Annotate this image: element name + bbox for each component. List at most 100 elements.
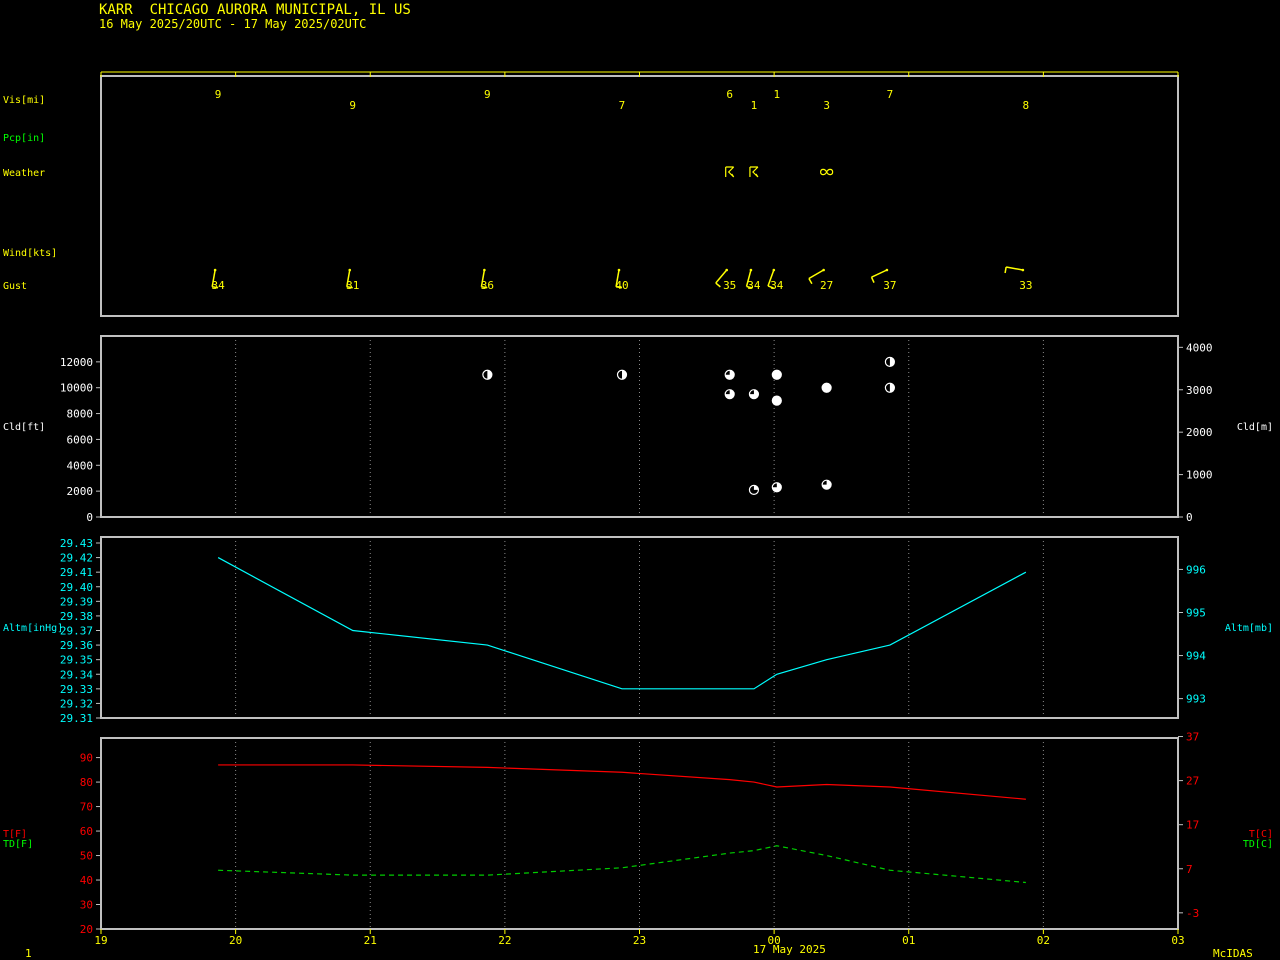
dewpoint-f-label: TD[F] (3, 839, 33, 850)
footer-left: 1 (25, 947, 32, 960)
altm-inhg-tick-label: 29.43 (60, 537, 93, 550)
dewpoint-c-label: TD[C] (1243, 839, 1273, 850)
wind-barb-base (483, 268, 486, 272)
vis-value: 1 (751, 99, 758, 112)
vis-value: 6 (726, 88, 733, 101)
wind-barb-flag (1004, 266, 1007, 274)
gust-value: 31 (346, 279, 359, 292)
wind-label: Wind[kts] (3, 248, 57, 259)
altm-inhg-tick-label: 29.35 (60, 654, 93, 667)
altm-inhg-tick-label: 29.34 (60, 668, 93, 681)
wind-barb-staff (808, 269, 825, 280)
altm-mb-tick-label: 996 (1186, 563, 1206, 576)
temp-c-tick-label: -3 (1186, 907, 1199, 920)
altm-mb-label: Altm[mb] (1225, 623, 1273, 634)
vis-value: 1 (774, 88, 781, 101)
wind-barb-base (772, 268, 776, 272)
panel-frame-cld (100, 335, 1179, 518)
vis-value: 9 (349, 99, 356, 112)
vis-value: 9 (215, 88, 222, 101)
cld-m-tick-label: 0 (1186, 511, 1193, 524)
altm-inhg-tick-label: 29.36 (60, 639, 93, 652)
cld-ft-tick-label: 0 (86, 511, 93, 524)
panel-frames (96, 71, 1183, 934)
x-tick-label: 21 (364, 934, 377, 947)
wind-barb-base (617, 268, 621, 272)
temp-f-tick-label: 70 (80, 801, 93, 814)
altm-inhg-label: Altm[inHg] (3, 623, 63, 634)
dewpoint-line (218, 845, 1026, 884)
cld-ft-label: Cld[ft] (3, 422, 45, 433)
x-tick-label: 02 (1037, 934, 1050, 947)
wind-barb-base (725, 268, 728, 272)
altm-inhg-tick-label: 29.38 (60, 610, 93, 623)
wind-barb-staff (871, 269, 888, 278)
temp-f-tick-label: 30 (80, 899, 93, 912)
altm-inhg-tick-label: 29.37 (60, 625, 93, 638)
temp-f-tick-label: 40 (80, 874, 93, 887)
haze-icon (820, 168, 834, 176)
wind-barb-flag (808, 278, 813, 285)
thunderstorm-icon (725, 166, 735, 178)
altm-inhg-tick-label: 29.31 (60, 712, 93, 725)
gust-value: 33 (1019, 279, 1032, 292)
x-tick-label: 01 (902, 934, 915, 947)
cld-m-label: Cld[m] (1237, 422, 1273, 433)
altm-inhg-tick-label: 29.41 (60, 566, 93, 579)
vis-value: 7 (887, 88, 894, 101)
wind-barb-base (213, 268, 217, 272)
cld-m-tick-label: 3000 (1186, 384, 1213, 397)
altm-mb-tick-label: 994 (1186, 650, 1206, 663)
vis-label: Vis[mi] (3, 95, 45, 106)
wind-barb-flag (870, 276, 875, 283)
vis-value: 9 (484, 88, 491, 101)
meteogram: 19 20 21 22 23 00 01 02 03Vis[mi]Pcp[in]WeatherW… (3, 71, 1273, 947)
cld-m-tick-label: 1000 (1186, 469, 1213, 482)
cld-ft-tick-label: 8000 (67, 408, 94, 421)
gust-value: 27 (820, 279, 833, 292)
temp-c-tick-label: 17 (1186, 819, 1199, 832)
wind-barb-staff (1006, 266, 1024, 271)
wind-barb-base (749, 268, 753, 272)
cld-ft-tick-label: 10000 (60, 382, 93, 395)
x-tick-label: 20 (229, 934, 242, 947)
footer-right: McIDAS (1213, 947, 1253, 960)
cloud-cover-fill (753, 485, 759, 490)
vis-value: 7 (619, 99, 626, 112)
temperature-line (218, 764, 1026, 800)
gust-label: Gust (3, 281, 27, 292)
wind-barb-flag (715, 282, 721, 288)
altm-inhg-tick-label: 29.42 (60, 552, 93, 565)
temp-c-tick-label: 7 (1186, 863, 1193, 876)
temp-c-tick-label: 27 (1186, 775, 1199, 788)
x-date-label: 17 May 2025 (753, 943, 826, 956)
wind-barb-base (1021, 268, 1025, 272)
x-tick-label: 22 (498, 934, 511, 947)
cld-m-tick-label: 2000 (1186, 426, 1213, 439)
gust-value: 40 (615, 279, 628, 292)
temp-f-tick-label: 50 (80, 850, 93, 863)
cld-m-tick-label: 4000 (1186, 341, 1213, 354)
weather-label: Weather (3, 168, 45, 179)
gust-value: 36 (481, 279, 494, 292)
gust-value: 37 (883, 279, 896, 292)
pcp-label: Pcp[in] (3, 133, 45, 144)
cloud-cover-fill (822, 383, 832, 393)
cld-ft-tick-label: 4000 (67, 459, 94, 472)
wind-barb-base (885, 268, 889, 272)
temp-f-tick-label: 80 (80, 776, 93, 789)
grid-layer (235, 336, 1044, 929)
cld-ft-tick-label: 6000 (67, 433, 94, 446)
altm-mb-tick-label: 993 (1186, 693, 1206, 706)
panel-frame-top (100, 75, 1179, 317)
temp-c-tick-label: 37 (1186, 731, 1199, 744)
x-tick-label: 03 (1171, 934, 1184, 947)
vis-value: 8 (1023, 99, 1030, 112)
vis-value: 3 (823, 99, 830, 112)
cld-ft-tick-label: 2000 (67, 485, 94, 498)
gust-value: 34 (770, 279, 784, 292)
thunderstorm-icon (749, 166, 759, 178)
marks-layer (211, 166, 1027, 884)
x-tick-label: 19 (94, 934, 107, 947)
altm-inhg-tick-label: 29.33 (60, 683, 93, 696)
